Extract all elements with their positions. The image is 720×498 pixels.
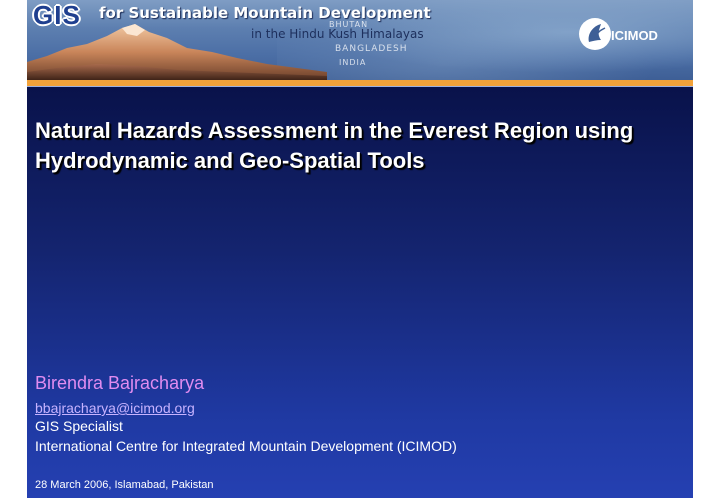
map-label-india: INDIA <box>339 58 367 67</box>
gis-logo: GIS <box>33 0 81 30</box>
banner-title: for Sustainable Mountain Development <box>99 4 431 22</box>
banner-subtitle: in the Hindu Kush Himalayas <box>251 27 424 41</box>
map-label-bhutan: BHUTAN <box>329 20 369 29</box>
author-role: GIS Specialist <box>35 418 123 434</box>
icimod-logo: ICIMOD <box>579 18 658 50</box>
author-organization: International Centre for Integrated Moun… <box>35 438 457 454</box>
slide-title: Natural Hazards Assessment in the Everes… <box>35 118 634 173</box>
map-label-bangladesh: BANGLADESH <box>335 44 408 54</box>
svg-text:ICIMOD: ICIMOD <box>611 28 658 43</box>
date-place: 28 March 2006, Islamabad, Pakistan <box>35 479 214 491</box>
author-name: Birendra Bajracharya <box>35 373 205 393</box>
slide-body: Natural Hazards Assessment in the Everes… <box>27 86 693 498</box>
header-banner: GIS for Sustainable Mountain Development… <box>27 0 693 80</box>
author-email-link[interactable]: bbajracharya@icimod.org <box>35 399 195 417</box>
slide: GIS for Sustainable Mountain Development… <box>27 0 693 498</box>
